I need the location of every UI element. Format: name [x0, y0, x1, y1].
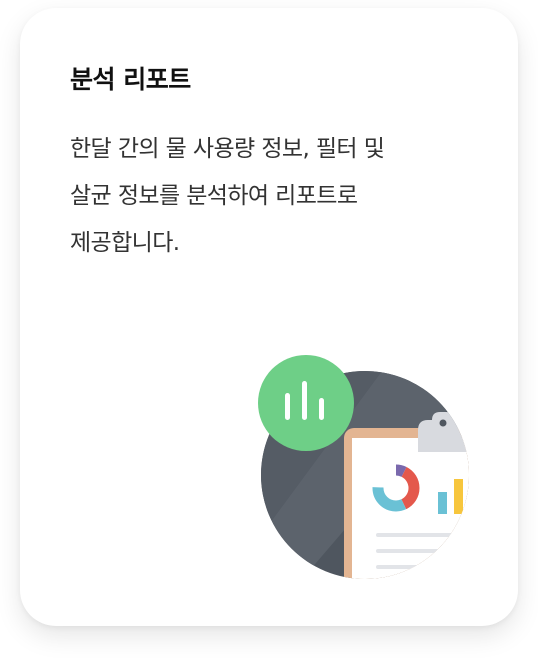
bar-chart-icon	[258, 355, 354, 451]
text-line	[376, 533, 468, 537]
card-title: 분석 리포트	[70, 65, 191, 94]
description-line: 살균 정보를 분석하여 리포트로	[70, 183, 358, 209]
description-line: 제공합니다.	[70, 230, 180, 256]
text-line	[376, 565, 436, 569]
card-description: 한달 간의 물 사용량 정보, 필터 및 살균 정보를 분석하여 리포트로 제공…	[70, 126, 470, 267]
description-line: 한달 간의 물 사용량 정보, 필터 및	[70, 136, 385, 162]
report-bar	[438, 492, 447, 514]
text-line	[376, 549, 448, 553]
report-illustration	[230, 340, 490, 580]
report-bar	[454, 479, 463, 514]
clipboard-report-icon	[258, 355, 469, 579]
analysis-report-card: 분석 리포트 한달 간의 물 사용량 정보, 필터 및 살균 정보를 분석하여 …	[20, 8, 518, 626]
clipboard	[344, 428, 469, 579]
